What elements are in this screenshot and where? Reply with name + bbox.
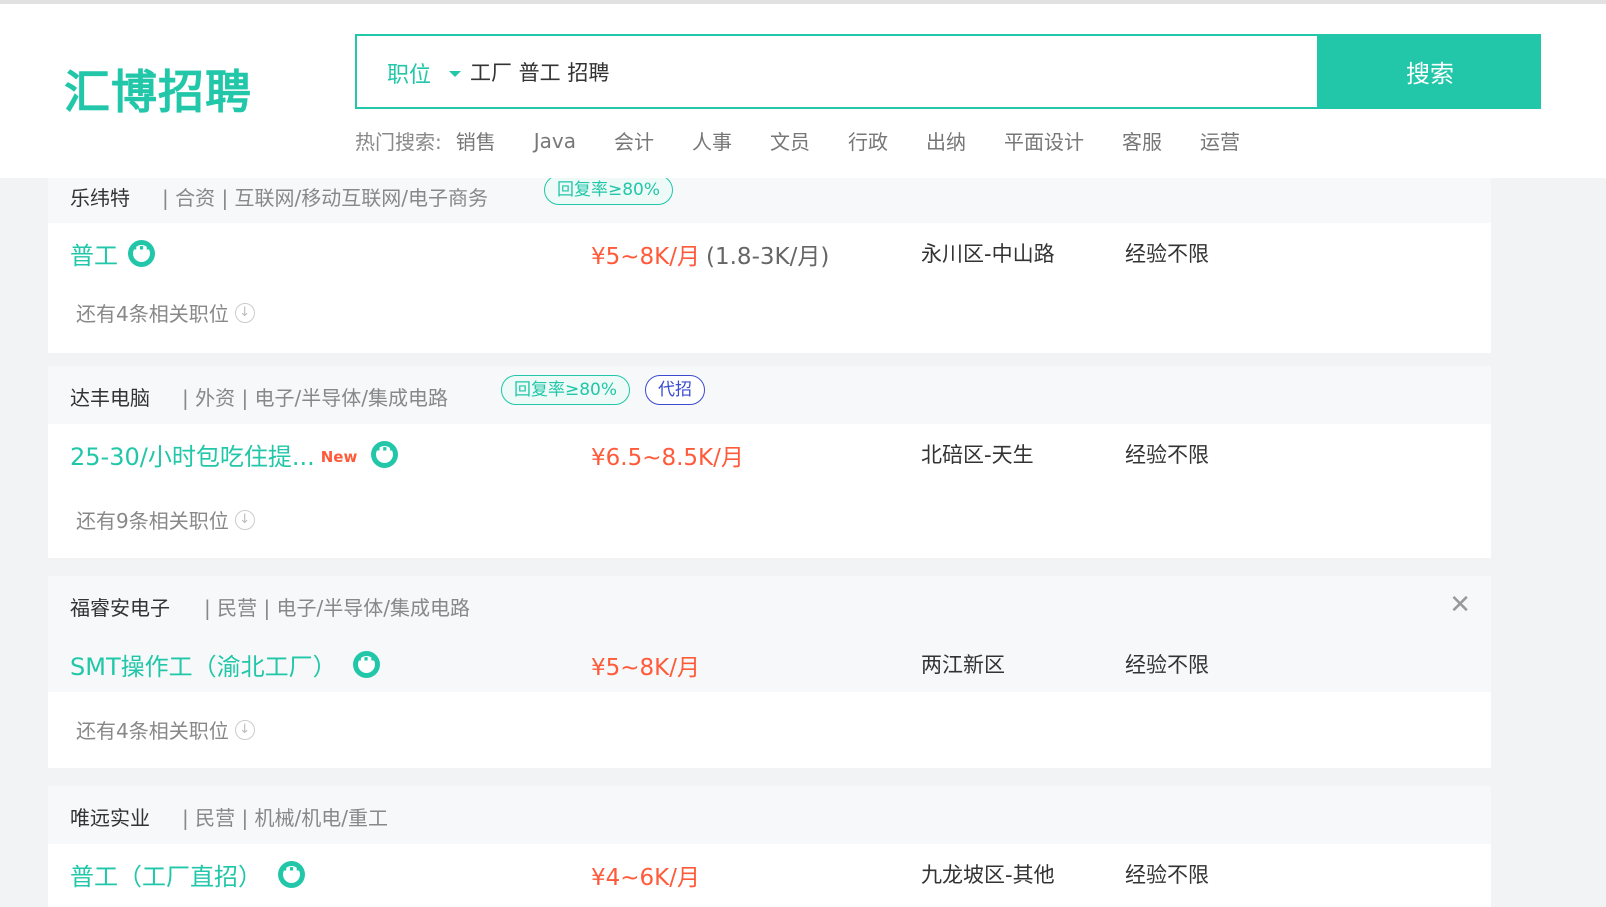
company-name[interactable]: 达丰电脑 [70,382,150,411]
salary-text: ¥5~8K/月 [591,244,701,270]
agency-badge: 代招 [645,375,705,405]
job-card: 唯远实业 | 民营 | 机械/机电/重工 普工（工厂直招） ¥4~6K/月 九龙… [48,786,1491,907]
site-logo[interactable]: 汇博招聘 [64,56,252,122]
chat-icon[interactable] [352,649,380,678]
arrow-down-icon[interactable] [234,509,255,530]
job-title[interactable]: 普工 [70,236,155,271]
salary: ¥6.5~8.5K/月 [591,445,744,471]
job-location: 两江新区 [921,653,1005,677]
hot-search-item[interactable]: 运营 [1200,126,1240,155]
reply-rate-badge: 回复率≥80% [501,375,631,405]
job-experience: 经验不限 [1125,863,1209,887]
job-title[interactable]: SMT操作工（渝北工厂） [70,647,380,682]
job-location: 北碚区-天生 [921,443,1034,467]
hot-search-item[interactable]: 行政 [848,126,888,155]
hot-search-item[interactable]: 文员 [770,126,810,155]
salary-extra: (1.8-3K/月) [706,244,830,270]
hot-search-item[interactable]: 销售 [456,126,496,155]
job-card: 达丰电脑 | 外资 | 电子/半导体/集成电路 回复率≥80% 代招 25-30… [48,366,1491,558]
job-card: 福睿安电子 | 民营 | 电子/半导体/集成电路 ✕ SMT操作工（渝北工厂） … [48,576,1491,768]
salary: ¥5~8K/月 (1.8-3K/月) [591,237,829,271]
company-info: | 合资 | 互联网/移动互联网/电子商务 [162,186,489,210]
company-info: | 民营 | 机械/机电/重工 [182,806,389,830]
job-title-text[interactable]: 普工（工厂直招） [70,857,262,892]
search-input[interactable] [470,52,1290,92]
job-location: 永川区-中山路 [921,242,1055,266]
job-title-text[interactable]: 25-30/小时包吃住提... [70,437,315,472]
job-row[interactable]: 25-30/小时包吃住提... New ¥6.5~8.5K/月 北碚区-天生 经… [48,424,1491,482]
company-info: | 民营 | 电子/半导体/集成电路 [204,596,471,620]
search-box: 职位 [355,34,1319,109]
job-card: 乐纬特 | 合资 | 互联网/移动互联网/电子商务 回复率≥80% 普工 ¥5~… [48,165,1491,353]
search-button[interactable]: 搜索 [1319,34,1541,109]
search-type-selector[interactable]: 职位 [387,57,431,89]
more-jobs-link[interactable]: 还有9条相关职位 [76,505,255,534]
company-header: 福睿安电子 | 民营 | 电子/半导体/集成电路 ✕ [48,576,1491,634]
hot-searches: 热门搜索: 销售 Java 会计 人事 文员 行政 出纳 平面设计 客服 运营 [355,126,1278,155]
hot-search-item[interactable]: 人事 [692,126,732,155]
company-info: | 外资 | 电子/半导体/集成电路 [182,386,449,410]
job-location: 九龙坡区-其他 [921,863,1055,887]
job-title[interactable]: 普工（工厂直招） [70,857,305,892]
company-name[interactable]: 福睿安电子 [70,592,170,621]
chat-icon[interactable] [371,439,399,468]
salary: ¥4~6K/月 [591,865,701,891]
caret-down-icon[interactable] [449,71,461,77]
job-row[interactable]: 普工 ¥5~8K/月(1.8-3K/月) 永川区-中山路 经验不限 [48,223,1491,281]
job-row[interactable]: SMT操作工（渝北工厂） ¥5~8K/月 两江新区 经验不限 [48,634,1491,692]
more-jobs-text[interactable]: 还有9条相关职位 [76,505,229,534]
site-header: 汇博招聘 职位 搜索 热门搜索: 销售 Java 会计 人事 文员 行政 出纳 … [0,4,1606,178]
job-experience: 经验不限 [1125,443,1209,467]
reply-rate-badge: 回复率≥80% [544,175,674,205]
chat-icon[interactable] [278,859,305,888]
job-experience: 经验不限 [1125,653,1209,677]
job-title-text[interactable]: SMT操作工（渝北工厂） [70,647,337,682]
hot-search-item[interactable]: 会计 [614,126,654,155]
more-jobs-text[interactable]: 还有4条相关职位 [76,715,229,744]
more-jobs-link[interactable]: 还有4条相关职位 [76,715,255,744]
arrow-down-icon[interactable] [234,719,255,740]
hot-search-item[interactable]: Java [534,129,576,153]
job-title[interactable]: 25-30/小时包吃住提... New [70,437,399,472]
close-icon[interactable]: ✕ [1449,590,1471,620]
arrow-down-icon[interactable] [234,302,255,323]
more-jobs-text[interactable]: 还有4条相关职位 [76,298,229,327]
job-title-text[interactable]: 普工 [70,236,118,271]
hot-search-item[interactable]: 出纳 [926,126,966,155]
hot-search-item[interactable]: 平面设计 [1004,126,1084,155]
company-header: 达丰电脑 | 外资 | 电子/半导体/集成电路 回复率≥80% 代招 [48,366,1491,424]
job-row[interactable]: 普工（工厂直招） ¥4~6K/月 九龙坡区-其他 经验不限 [48,844,1491,902]
company-header: 乐纬特 | 合资 | 互联网/移动互联网/电子商务 回复率≥80% [48,175,1491,223]
company-name[interactable]: 唯远实业 [70,802,150,831]
hot-search-item[interactable]: 客服 [1122,126,1162,155]
company-header: 唯远实业 | 民营 | 机械/机电/重工 [48,786,1491,844]
hot-searches-label: 热门搜索: [355,130,442,154]
more-jobs-link[interactable]: 还有4条相关职位 [76,298,255,327]
new-badge: New [320,447,358,466]
chat-icon[interactable] [128,238,155,267]
job-experience: 经验不限 [1125,242,1209,266]
salary: ¥5~8K/月 [591,655,701,681]
company-name[interactable]: 乐纬特 [70,182,130,211]
